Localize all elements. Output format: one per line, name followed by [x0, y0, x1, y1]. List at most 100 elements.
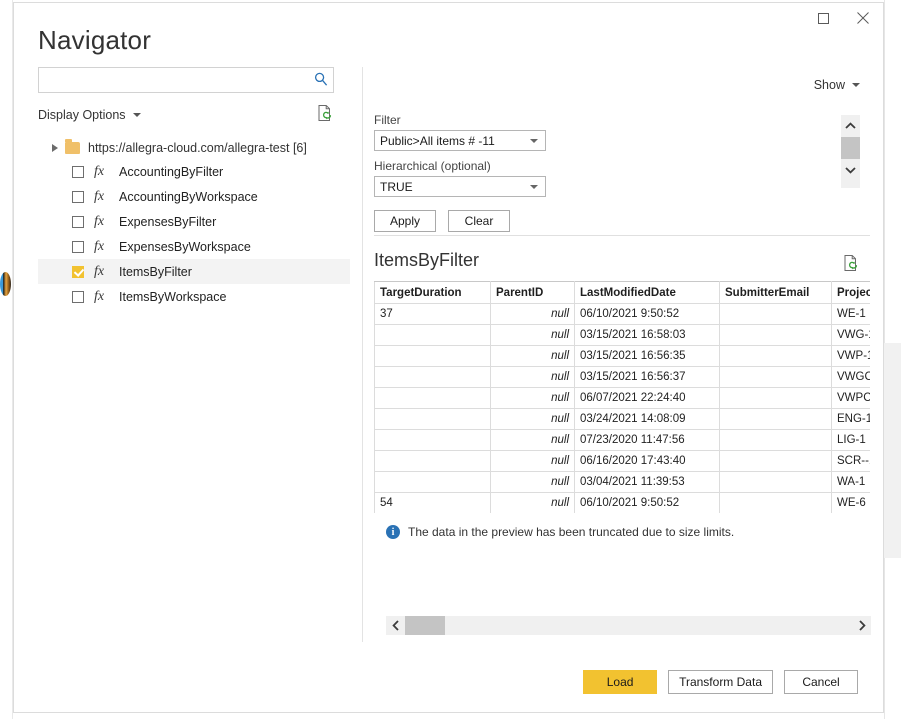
tree-root-node[interactable]: https://allegra-cloud.com/allegra-test [… [38, 137, 350, 159]
cell-submitteremail [720, 388, 832, 409]
scroll-down-button[interactable] [841, 159, 860, 181]
scrollbar-thumb[interactable] [405, 616, 445, 635]
tree-item-checkbox[interactable] [72, 166, 84, 178]
tree-item-accountingbyworkspace[interactable]: fx AccountingByWorkspace [38, 184, 350, 209]
cell-parentid: null [491, 472, 575, 493]
show-button[interactable]: Show [814, 78, 860, 92]
search-box[interactable] [38, 67, 334, 93]
filter-dropdown[interactable]: Public>All items # -11 [374, 130, 546, 151]
expand-triangle-icon[interactable] [52, 144, 58, 152]
parameters-area: Filter Public>All items # -11 Hierarchic… [374, 113, 554, 232]
search-input[interactable] [39, 68, 309, 92]
tree-item-label: AccountingByFilter [119, 165, 223, 179]
table-row[interactable]: null 06/07/2021 22:24:40 VWPC-1 [375, 388, 871, 409]
tree-root-label: https://allegra-cloud.com/allegra-test [… [88, 141, 307, 155]
cell-lastmodifieddate: 03/24/2021 14:08:09 [575, 409, 720, 430]
function-icon: fx [94, 189, 109, 205]
tree-item-checkbox[interactable] [72, 241, 84, 253]
display-options-row: Display Options [38, 106, 334, 126]
tree-item-expensesbyworkspace[interactable]: fx ExpensesByWorkspace [38, 234, 350, 259]
tree-item-checkbox[interactable] [72, 191, 84, 203]
cell-targetduration: 37 [375, 304, 491, 325]
scroll-left-button[interactable] [386, 616, 405, 635]
refresh-button[interactable] [317, 104, 334, 127]
apply-button[interactable]: Apply [374, 210, 436, 232]
tree-item-expensesbyfilter[interactable]: fx ExpensesByFilter [38, 209, 350, 234]
navigator-dialog: Navigator Display Options [13, 2, 884, 713]
scroll-right-button[interactable] [852, 616, 871, 635]
chevron-down-icon [852, 83, 860, 87]
column-header-projectspe[interactable]: ProjectSpe [832, 282, 871, 304]
cell-parentid: null [491, 493, 575, 514]
search-icon [314, 72, 328, 91]
parameter-buttons: Apply Clear [374, 210, 554, 232]
scrollbar-thumb[interactable] [841, 137, 860, 159]
filter-label: Filter [374, 113, 554, 127]
table-row[interactable]: null 03/15/2021 16:56:35 VWP-1 [375, 346, 871, 367]
cancel-button[interactable]: Cancel [784, 670, 858, 694]
close-button[interactable] [843, 3, 883, 33]
chevron-up-icon [845, 122, 856, 130]
hierarchical-value: TRUE [375, 180, 413, 194]
parameters-scrollbar[interactable] [841, 115, 860, 188]
cell-lastmodifieddate: 06/10/2021 9:50:52 [575, 304, 720, 325]
show-label: Show [814, 78, 845, 92]
chevron-left-icon [392, 620, 400, 631]
tree-item-accountingbyfilter[interactable]: fx AccountingByFilter [38, 159, 350, 184]
cell-lastmodifieddate: 03/04/2021 11:39:53 [575, 472, 720, 493]
cell-projectspe: WA-1 [832, 472, 871, 493]
table-row[interactable]: null 03/15/2021 16:56:37 VWGC-1 [375, 367, 871, 388]
maximize-button[interactable] [803, 3, 843, 33]
table-body: 37 null 06/10/2021 9:50:52 WE-1 null 03/… [375, 304, 871, 514]
table-row[interactable]: null 03/15/2021 16:58:03 VWG-1 [375, 325, 871, 346]
tree-item-label: AccountingByWorkspace [119, 190, 258, 204]
cell-projectspe: VWP-1 [832, 346, 871, 367]
cell-submitteremail [720, 472, 832, 493]
tree-item-checkbox[interactable] [72, 291, 84, 303]
scrollbar-track[interactable] [405, 616, 852, 635]
function-icon: fx [94, 164, 109, 180]
column-header-submitteremail[interactable]: SubmitterEmail [720, 282, 832, 304]
display-options-button[interactable]: Display Options [38, 108, 141, 122]
tree-item-checkbox[interactable] [72, 216, 84, 228]
tree-item-itemsbyfilter[interactable]: fx ItemsByFilter [38, 259, 350, 284]
column-header-targetduration[interactable]: TargetDuration [375, 282, 491, 304]
cell-targetduration [375, 451, 491, 472]
column-header-parentid[interactable]: ParentID [491, 282, 575, 304]
cell-lastmodifieddate: 03/15/2021 16:56:35 [575, 346, 720, 367]
table-row[interactable]: null 07/23/2020 11:47:56 LIG-1 [375, 430, 871, 451]
source-tree: https://allegra-cloud.com/allegra-test [… [38, 137, 350, 309]
tree-item-itemsbyworkspace[interactable]: fx ItemsByWorkspace [38, 284, 350, 309]
cell-submitteremail [720, 304, 832, 325]
function-icon: fx [94, 239, 109, 255]
hierarchical-dropdown[interactable]: TRUE [374, 176, 546, 197]
tree-item-label: ExpensesByWorkspace [119, 240, 251, 254]
function-icon: fx [94, 214, 109, 230]
preview-refresh-button[interactable] [843, 254, 860, 277]
folder-icon [65, 142, 80, 154]
table-row[interactable]: null 03/24/2021 14:08:09 ENG-1 [375, 409, 871, 430]
cell-submitteremail [720, 409, 832, 430]
tree-item-checkbox[interactable] [72, 266, 84, 278]
cell-parentid: null [491, 430, 575, 451]
tree-item-label: ItemsByFilter [119, 265, 192, 279]
hierarchical-label: Hierarchical (optional) [374, 159, 554, 173]
table-row[interactable]: 54 null 06/10/2021 9:50:52 WE-6 [375, 493, 871, 514]
preview-table: TargetDuration ParentID LastModifiedDate… [374, 281, 870, 513]
clear-button[interactable]: Clear [448, 210, 510, 232]
table-row[interactable]: 37 null 06/10/2021 9:50:52 WE-1 [375, 304, 871, 325]
column-header-lastmodifieddate[interactable]: LastModifiedDate [575, 282, 720, 304]
scroll-up-button[interactable] [841, 115, 860, 137]
load-button[interactable]: Load [583, 670, 657, 694]
refresh-document-icon [843, 254, 860, 272]
transform-data-button[interactable]: Transform Data [668, 670, 773, 694]
table-row[interactable]: null 03/04/2021 11:39:53 WA-1 [375, 472, 871, 493]
cell-projectspe: VWGC-1 [832, 367, 871, 388]
cell-lastmodifieddate: 06/16/2020 17:43:40 [575, 451, 720, 472]
cell-targetduration [375, 472, 491, 493]
left-edge-artifact [0, 272, 11, 296]
cell-projectspe: WE-6 [832, 493, 871, 514]
preview-horizontal-scrollbar[interactable] [386, 616, 871, 635]
truncation-message: The data in the preview has been truncat… [408, 525, 734, 539]
table-row[interactable]: null 06/16/2020 17:43:40 SCR--1 [375, 451, 871, 472]
